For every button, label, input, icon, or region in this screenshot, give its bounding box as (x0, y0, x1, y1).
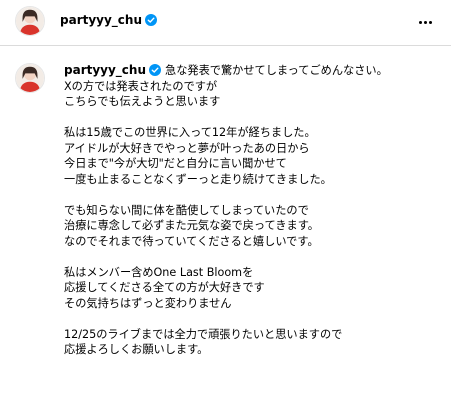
avatar-image (16, 64, 44, 92)
more-options-icon-dot (423, 20, 427, 24)
more-options-button[interactable] (415, 12, 435, 32)
caption-line: 私は15歳でこの世界に入って12年が経ちました。 (64, 126, 316, 139)
caption-line: なのでそれまで待っていてくださると嬉しいです。 (64, 234, 319, 248)
caption-username[interactable]: partyyy_chu (64, 63, 162, 79)
caption-line: Xの方では発表されたのですが (64, 79, 218, 93)
caption-first-line: partyyy_chu 急な発表で驚かせてしまってごめんなさい。 (64, 63, 436, 79)
caption-line: 治療に専念して必ずまた元気な姿で戻ってきます。 (64, 219, 319, 232)
caption-line: 今日まで"今が大切"だと自分に言い聞かせて (64, 157, 287, 170)
caption-line: 応援してくださる全ての方が大好きです (64, 281, 265, 294)
header-username[interactable]: partyyy_chu (60, 13, 158, 27)
more-options-icon-dot (428, 20, 432, 24)
avatar[interactable] (15, 6, 45, 36)
verified-badge-icon (145, 14, 158, 26)
caption-line: アイドルが大好きでやっと夢が叶ったあの日から (64, 141, 310, 155)
avatar-image (16, 7, 44, 35)
caption-avatar[interactable] (15, 63, 45, 93)
more-options-icon-dot (418, 20, 422, 24)
caption-text: partyyy_chu 急な発表で驚かせてしまってごめんなさい。 Xの方では発表… (64, 63, 436, 358)
caption-line: 急な発表で驚かせてしまってごめんなさい。 (165, 64, 388, 77)
post-header: partyyy_chu (0, 0, 451, 46)
verified-badge-icon (149, 64, 162, 76)
caption-line: 一度も止まることなくずーっと走り続けてきました。 (64, 172, 332, 186)
caption-line: 12/25のライブまでは全力で頑張りたいと思いますので (64, 327, 343, 341)
caption-line: こちらでも伝えようと思います (64, 95, 221, 108)
caption-line: 応援よろしくお願いします。 (64, 343, 209, 356)
caption-line: 私はメンバー含めOne Last Bloomを (64, 265, 254, 279)
caption-username-text[interactable]: partyyy_chu (64, 63, 146, 77)
caption-line: その気持ちはずっと変わりません (64, 296, 232, 310)
caption-line: でも知らない間に体を酷使してしまっていたので (64, 203, 309, 217)
header-username-text[interactable]: partyyy_chu (60, 13, 142, 27)
